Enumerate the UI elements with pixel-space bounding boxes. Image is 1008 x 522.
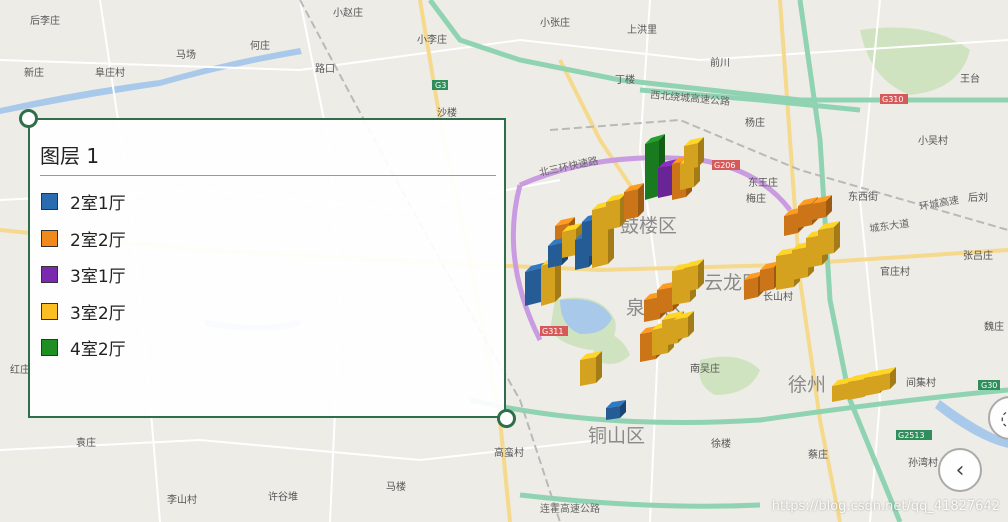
bar-face bbox=[657, 287, 673, 314]
legend-item: 2室1厅 bbox=[41, 190, 126, 214]
resize-handle-bottom-right[interactable] bbox=[497, 409, 516, 428]
resize-handle-top-left[interactable] bbox=[19, 109, 38, 128]
svg-text:新庄: 新庄 bbox=[24, 66, 44, 79]
chevron-left-icon[interactable]: ‹ bbox=[938, 448, 982, 492]
svg-text:路口: 路口 bbox=[315, 62, 335, 75]
svg-text:袁庄: 袁庄 bbox=[76, 436, 96, 449]
svg-text:G206: G206 bbox=[714, 161, 735, 170]
bar-face bbox=[562, 229, 576, 258]
svg-text:上洪里: 上洪里 bbox=[627, 24, 657, 36]
bar-face bbox=[548, 243, 562, 268]
bar-face bbox=[606, 406, 620, 420]
bar-face bbox=[684, 265, 698, 292]
legend-item: 3室1厅 bbox=[41, 263, 126, 287]
legend-label: 4室2厅 bbox=[70, 339, 126, 360]
svg-text:红庄: 红庄 bbox=[10, 363, 30, 376]
bar-face bbox=[645, 140, 659, 200]
bar-face bbox=[744, 277, 758, 300]
bar-side bbox=[638, 183, 644, 217]
legend-swatch bbox=[41, 229, 58, 247]
svg-text:张吕庄: 张吕庄 bbox=[963, 249, 993, 262]
legend-swatch bbox=[41, 192, 58, 210]
svg-text:杨庄: 杨庄 bbox=[745, 116, 765, 129]
svg-text:小赵庄: 小赵庄 bbox=[333, 6, 363, 19]
bar-face bbox=[624, 189, 638, 220]
watermark-text: https://blog.csdn.net/qq_41827642 bbox=[771, 499, 1000, 514]
svg-text:G30: G30 bbox=[981, 381, 997, 390]
svg-text:马场: 马场 bbox=[176, 48, 196, 61]
bar-face bbox=[776, 253, 794, 290]
bar-face bbox=[848, 379, 864, 400]
legend-item: 2室2厅 bbox=[41, 227, 126, 251]
svg-text:徐楼: 徐楼 bbox=[711, 437, 731, 450]
svg-text:小张庄: 小张庄 bbox=[540, 16, 570, 29]
legend-title: 图层 1 bbox=[40, 144, 100, 168]
bar-face bbox=[606, 199, 620, 230]
bar-face bbox=[580, 357, 596, 386]
legend-label: 2室1厅 bbox=[70, 193, 126, 214]
legend-label: 3室1厅 bbox=[70, 266, 126, 287]
legend-item: 3室2厅 bbox=[41, 300, 126, 324]
svg-text:梅庄: 梅庄 bbox=[746, 192, 766, 205]
bar-face bbox=[812, 201, 826, 220]
svg-text:孙湾村: 孙湾村 bbox=[908, 456, 938, 469]
bar-face bbox=[784, 213, 798, 236]
legend-divider bbox=[40, 175, 496, 176]
svg-text:东西街: 东西街 bbox=[848, 190, 878, 203]
svg-text:官庄村: 官庄村 bbox=[880, 265, 910, 278]
svg-text:前川: 前川 bbox=[710, 56, 730, 69]
bar-face bbox=[792, 247, 808, 280]
svg-text:后李庄: 后李庄 bbox=[30, 14, 60, 27]
legend-swatch bbox=[41, 338, 58, 356]
svg-text:长山村: 长山村 bbox=[763, 290, 793, 303]
bar-face bbox=[760, 267, 774, 292]
svg-text:徐州: 徐州 bbox=[788, 374, 826, 396]
legend-label: 3室2厅 bbox=[70, 303, 126, 324]
legend-item: 4室2厅 bbox=[41, 336, 126, 360]
svg-text:G310: G310 bbox=[882, 95, 903, 104]
bar-face bbox=[525, 268, 541, 306]
svg-text:马楼: 马楼 bbox=[386, 480, 406, 493]
svg-text:G2513: G2513 bbox=[898, 431, 925, 440]
bar-face bbox=[684, 143, 698, 170]
bar-face bbox=[818, 227, 834, 256]
bar-face bbox=[674, 317, 688, 340]
svg-text:小李庄: 小李庄 bbox=[417, 33, 447, 46]
svg-text:李山村: 李山村 bbox=[167, 493, 197, 506]
svg-text:魏庄: 魏庄 bbox=[984, 320, 1004, 333]
svg-text:南吴庄: 南吴庄 bbox=[690, 362, 720, 375]
svg-text:连霍高速公路: 连霍高速公路 bbox=[540, 502, 600, 515]
svg-text:蔡庄: 蔡庄 bbox=[808, 448, 828, 461]
svg-text:高蛮村: 高蛮村 bbox=[494, 446, 524, 459]
svg-text:王台: 王台 bbox=[960, 72, 980, 85]
svg-text:何庄: 何庄 bbox=[250, 39, 270, 52]
legend-label: 2室2厅 bbox=[70, 230, 126, 251]
svg-text:许谷堆: 许谷堆 bbox=[268, 491, 298, 503]
svg-text:东王庄: 东王庄 bbox=[748, 176, 778, 189]
bar-face bbox=[658, 165, 672, 198]
svg-text:阜庄村: 阜庄村 bbox=[95, 66, 125, 79]
svg-text:G3: G3 bbox=[435, 81, 446, 90]
svg-text:间集村: 间集村 bbox=[906, 376, 936, 389]
bar-face bbox=[541, 262, 555, 306]
svg-text:丁楼: 丁楼 bbox=[615, 73, 635, 86]
legend-panel[interactable]: 图层 1 2室1厅 2室2厅 3室1厅 3室2厅 4室2厅 bbox=[28, 118, 506, 418]
bar-face bbox=[798, 203, 812, 228]
svg-text:后刘: 后刘 bbox=[968, 192, 988, 204]
svg-text:铜山区: 铜山区 bbox=[588, 425, 645, 447]
legend-swatch bbox=[41, 302, 58, 320]
legend-swatch bbox=[41, 265, 58, 283]
bar-face bbox=[876, 373, 890, 392]
svg-text:小吴村: 小吴村 bbox=[918, 134, 948, 147]
svg-text:G311: G311 bbox=[542, 327, 563, 336]
bar-face bbox=[832, 383, 848, 402]
bar-face bbox=[592, 206, 608, 268]
